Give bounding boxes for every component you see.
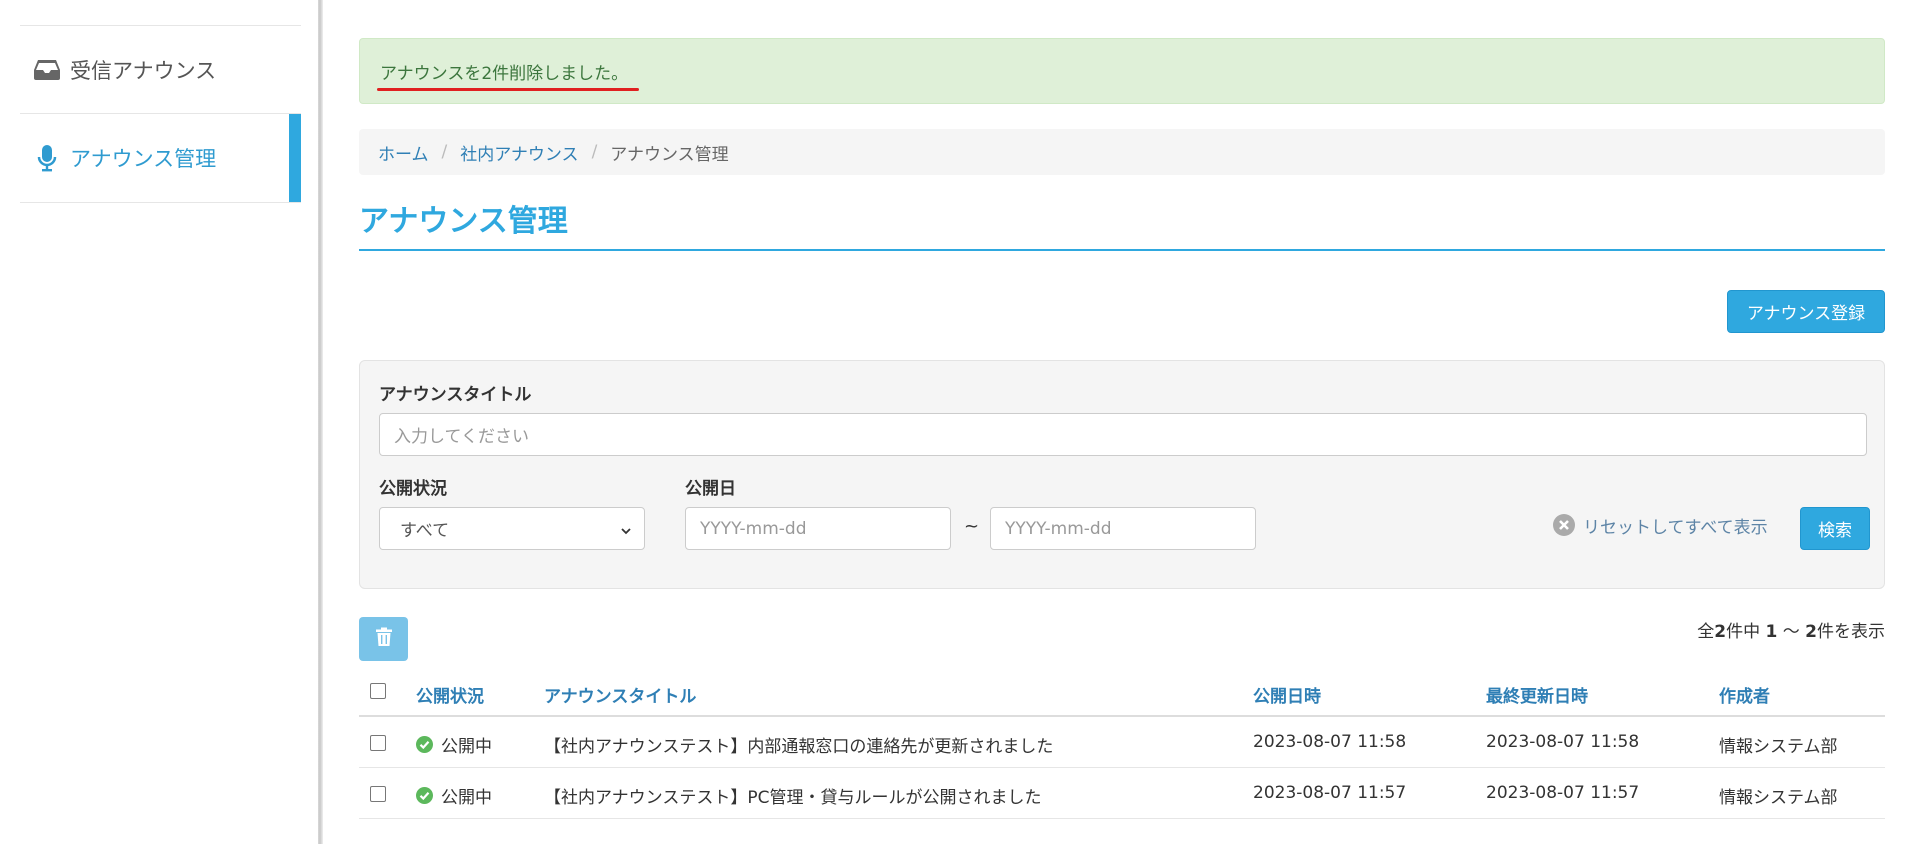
sidebar-item-inbox[interactable]: 受信アナウンス (20, 26, 301, 114)
row-checkbox[interactable] (370, 735, 386, 751)
title-divider (359, 249, 1885, 251)
delete-button[interactable] (359, 617, 408, 661)
breadcrumb: ホーム / 社内アナウンス / アナウンス管理 (359, 129, 1885, 175)
active-indicator (289, 114, 301, 202)
register-announcement-button[interactable]: アナウンス登録 (1727, 290, 1885, 333)
header-title[interactable]: アナウンスタイトル (544, 682, 696, 707)
table-row[interactable]: 公開中 【社内アナウンステスト】PC管理・貸与ルールが公開されました 2023-… (359, 768, 1885, 819)
sidebar: 受信アナウンス アナウンス管理 (0, 0, 322, 844)
sidebar-item-label: アナウンス管理 (70, 147, 217, 171)
trash-icon (375, 627, 393, 651)
title-cell[interactable]: 【社内アナウンステスト】内部通報窓口の連絡先が更新されました (544, 732, 1053, 757)
header-status[interactable]: 公開状況 (416, 682, 484, 707)
clear-circle-icon (1553, 514, 1575, 536)
page-title: アナウンス管理 (359, 204, 568, 239)
microphone-icon (32, 143, 62, 173)
count-to: 2 (1805, 622, 1817, 642)
date-range-separator: ~ (964, 516, 980, 537)
breadcrumb-home-link[interactable]: ホーム (378, 140, 429, 165)
sidebar-item-label: 受信アナウンス (70, 58, 217, 83)
title-label: アナウンスタイトル (379, 385, 532, 405)
count-prefix: 全 (1697, 622, 1715, 642)
updated-cell: 2023-08-07 11:57 (1486, 783, 1640, 803)
count-mid: 件中 (1726, 622, 1761, 642)
announcement-table: 公開状況 アナウンスタイトル 公開日時 最終更新日時 作成者 公開中 【社内アナ… (359, 668, 1885, 819)
status-selected-value: すべて (400, 521, 450, 541)
status-text: 公開中 (441, 737, 492, 757)
published-cell: 2023-08-07 11:58 (1253, 732, 1407, 752)
check-circle-icon (416, 736, 433, 753)
status-select[interactable]: すべて (379, 507, 645, 550)
table-row[interactable]: 公開中 【社内アナウンステスト】内部通報窓口の連絡先が更新されました 2023-… (359, 717, 1885, 768)
header-published[interactable]: 公開日時 (1253, 682, 1321, 707)
status-text: 公開中 (441, 788, 492, 808)
status-label: 公開状況 (379, 479, 447, 499)
select-all-checkbox[interactable] (370, 683, 386, 699)
header-author[interactable]: 作成者 (1719, 682, 1770, 707)
status-cell: 公開中 (416, 783, 492, 808)
header-updated[interactable]: 最終更新日時 (1486, 682, 1588, 707)
breadcrumb-section-link[interactable]: 社内アナウンス (460, 140, 578, 165)
search-button[interactable]: 検索 (1800, 507, 1870, 550)
breadcrumb-current: アナウンス管理 (610, 144, 729, 165)
table-header: 公開状況 アナウンスタイトル 公開日時 最終更新日時 作成者 (359, 668, 1885, 717)
alert-message: アナウンスを2件削除しました。 (380, 64, 629, 84)
check-circle-icon (416, 787, 433, 804)
reset-label: リセットしてすべて表示 (1583, 517, 1768, 538)
chevron-down-icon (620, 522, 632, 542)
title-search-input[interactable]: 入力してください (379, 413, 1867, 456)
published-cell: 2023-08-07 11:57 (1253, 783, 1407, 803)
count-suffix: 件を表示 (1817, 622, 1885, 642)
title-cell[interactable]: 【社内アナウンステスト】PC管理・貸与ルールが公開されました (544, 783, 1041, 808)
success-alert: アナウンスを2件削除しました。 (359, 38, 1885, 104)
breadcrumb-separator: / (591, 142, 598, 162)
sidebar-edge (318, 0, 323, 844)
red-underline-annotation (377, 88, 639, 91)
sidebar-item-announcement-management[interactable]: アナウンス管理 (20, 114, 301, 203)
reset-link[interactable]: リセットしてすべて表示 (1553, 514, 1768, 538)
main-content: アナウンスを2件削除しました。 ホーム / 社内アナウンス / アナウンス管理 … (359, 0, 1885, 844)
author-cell: 情報システム部 (1719, 737, 1838, 757)
count-total: 2 (1714, 622, 1727, 642)
updated-cell: 2023-08-07 11:58 (1486, 732, 1640, 752)
author-cell: 情報システム部 (1719, 788, 1838, 808)
result-count: 全2件中 1 〜 2件を表示 (1697, 617, 1885, 642)
status-cell: 公開中 (416, 732, 492, 757)
date-to-input[interactable]: YYYY-mm-dd (990, 507, 1256, 550)
search-panel: アナウンスタイトル 入力してください 公開状況 すべて 公開日 YYYY-mm-… (359, 360, 1885, 589)
row-checkbox[interactable] (370, 786, 386, 802)
publish-date-label: 公開日 (685, 479, 736, 499)
count-range-sep: 〜 (1782, 622, 1800, 642)
date-from-input[interactable]: YYYY-mm-dd (685, 507, 951, 550)
inbox-icon (32, 55, 62, 85)
breadcrumb-separator: / (441, 142, 448, 162)
count-from: 1 (1765, 622, 1778, 642)
